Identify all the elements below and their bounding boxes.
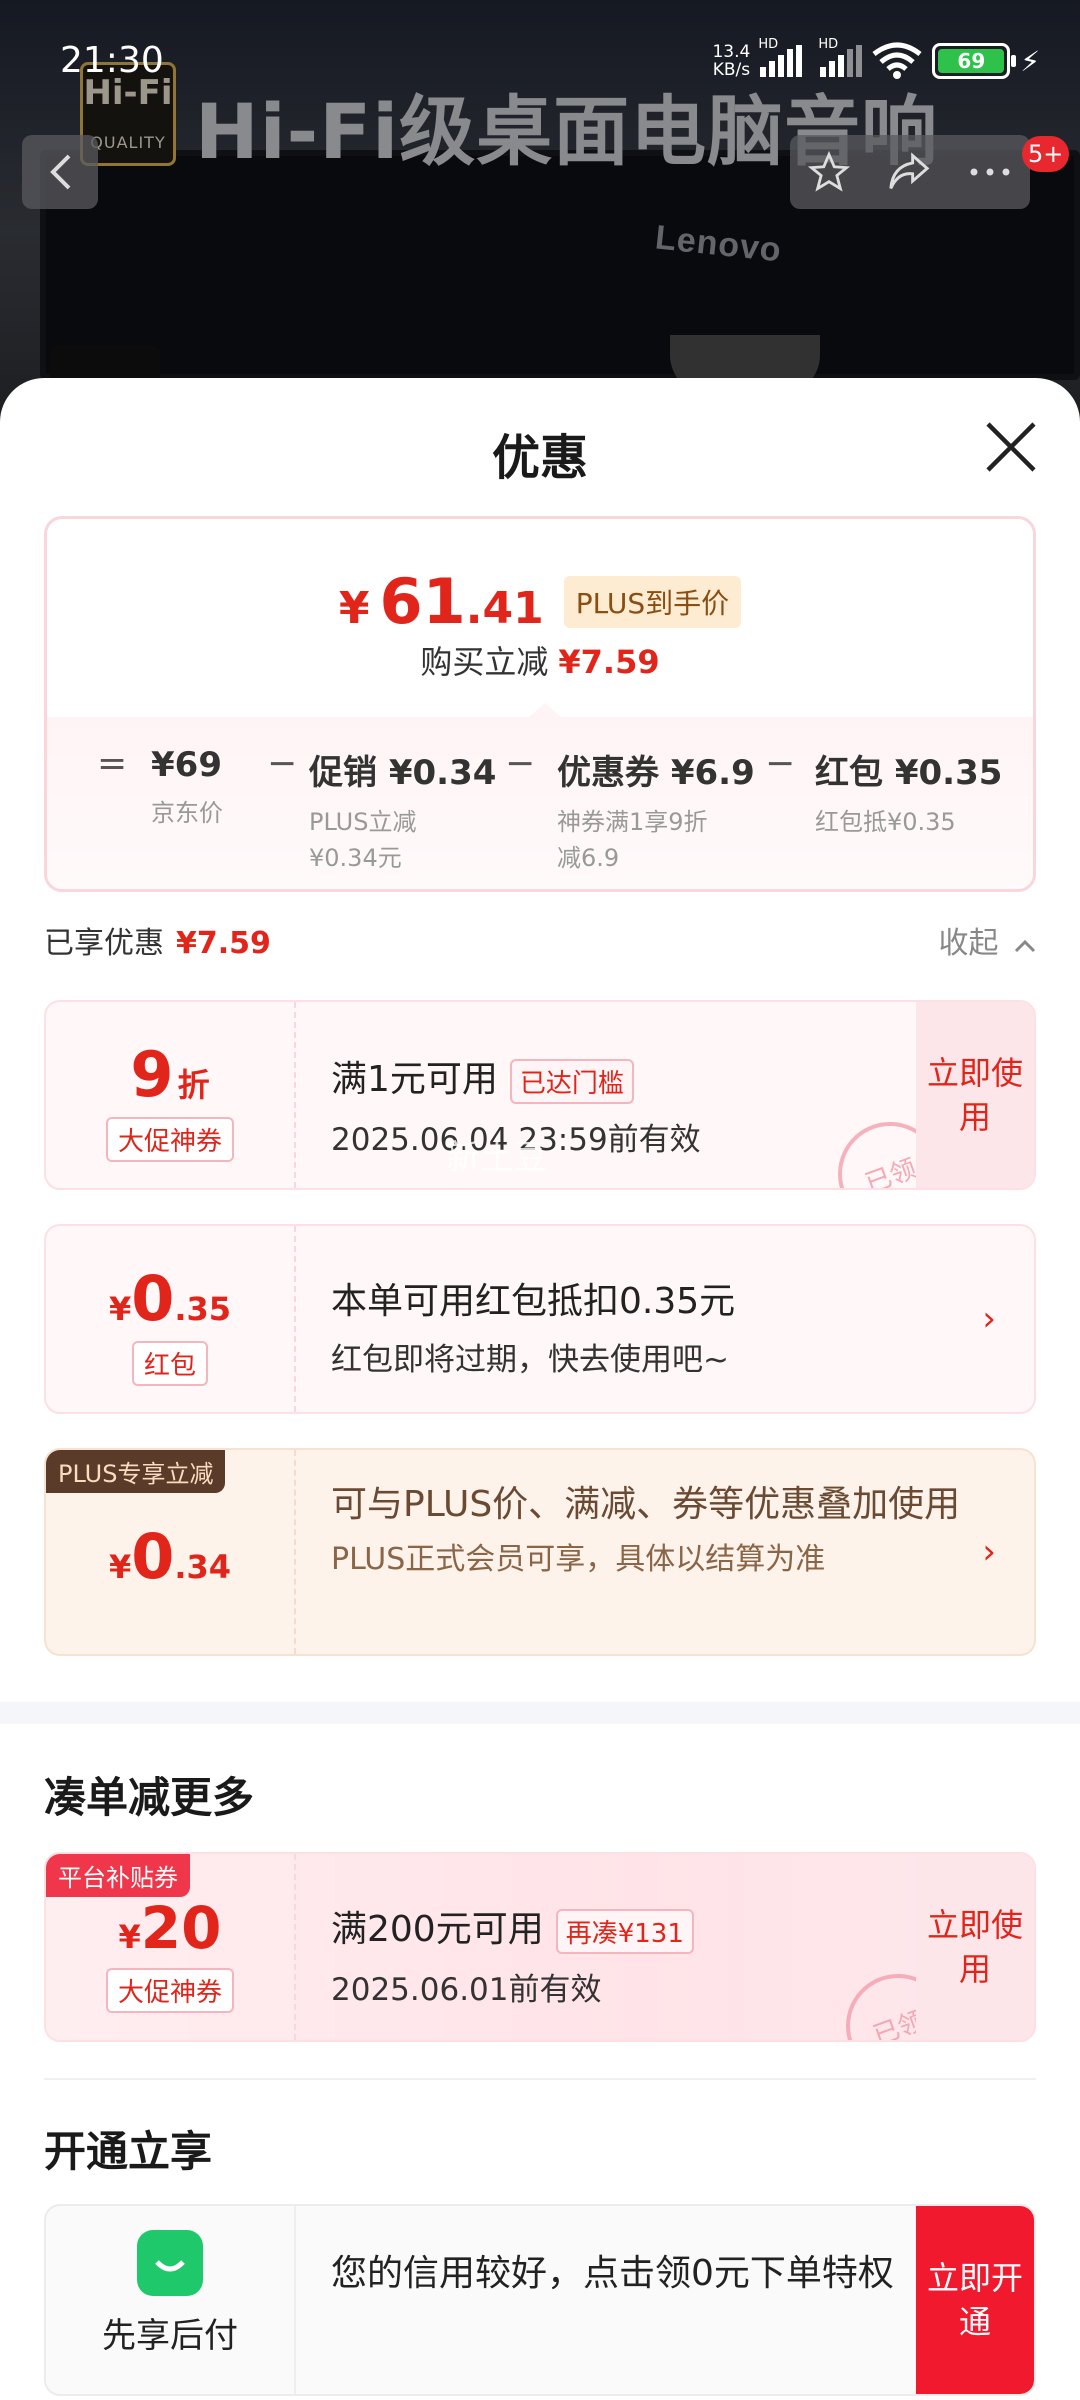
charging-icon: ⚡ — [1020, 44, 1040, 78]
plus-price-tag: PLUS到手价 — [563, 576, 742, 628]
more-section-title: 凑单减更多 — [44, 1773, 255, 1822]
cell-signal-icon-2: HD — [818, 37, 863, 77]
breakdown-red-packet: 红包 ¥0.35 红包抵¥0.35 — [815, 753, 1003, 836]
platform-coupon-card[interactable]: 平台补贴券 ¥20 大促神券 满200元可用 再凑¥131 2025.06.01前… — [44, 1852, 1036, 2042]
status-icons: 13.4 KB/s HD HD 69 ⚡ — [712, 37, 1040, 80]
breakdown-jd-price: ¥69 京东价 — [151, 745, 223, 827]
network-speed: 13.4 KB/s — [712, 42, 751, 80]
chevron-up-icon — [1014, 939, 1036, 953]
status-time: 21:30 — [60, 40, 164, 81]
coupon-discount-card[interactable]: 9折 大促神券 满1元可用 已达门槛 2025.06.04 23:59前有效 新土… — [44, 1000, 1036, 1190]
coupon-type-tag: 大促神券 — [105, 1968, 234, 2013]
use-now-button[interactable]: 立即使用 — [916, 1002, 1034, 1188]
chevron-right-icon: › — [982, 1532, 996, 1572]
cell-signal-icon: HD — [758, 37, 803, 77]
red-packet-tag: 红包 — [131, 1341, 208, 1386]
star-icon[interactable] — [808, 151, 851, 193]
threshold-tag: 已达门槛 — [509, 1058, 634, 1104]
pay-later-text: 您的信用较好，点击领0元下单特权 — [331, 2253, 894, 2294]
pay-later-card[interactable]: 先享后付 您的信用较好，点击领0元下单特权 立即开通 — [44, 2204, 1036, 2396]
plus-discount-card[interactable]: PLUS专享立减 ¥0.34 可与PLUS价、满减、券等优惠叠加使用 PLUS正… — [44, 1448, 1036, 1656]
chevron-left-icon — [50, 154, 71, 190]
watermark: 新土豆 — [446, 1138, 548, 1178]
section-divider — [0, 1702, 1080, 1724]
close-icon[interactable] — [982, 418, 1040, 476]
collapse-toggle[interactable]: 收起 — [938, 918, 1036, 962]
back-button[interactable] — [22, 135, 98, 209]
red-packet-card[interactable]: ¥0.35 红包 本单可用红包抵扣0.35元 红包即将过期，快去使用吧~ › — [44, 1224, 1036, 1414]
discount-sheet: 优惠 ¥ 61 .41 PLUS到手价 购买立减¥7.59 = ¥69 京东价 — [0, 378, 1080, 2400]
purchase-reduction: 购买立减 ¥7.59 — [420, 643, 660, 681]
final-price: ¥ 61 .41 PLUS到手价 — [47, 565, 1033, 638]
breakdown-promotion: 促销 ¥0.34 PLUS立减¥0.34元 — [309, 753, 497, 872]
top-actions — [790, 135, 1030, 209]
use-now-button[interactable]: 立即使用 — [916, 1854, 1034, 2040]
cart-badge: 5+ — [1022, 136, 1070, 172]
open-now-button[interactable]: 立即开通 — [916, 2206, 1034, 2394]
price-breakdown: = ¥69 京东价 − 促销 ¥0.34 PLUS立减¥0.34元 − 优惠券 … — [47, 703, 1033, 889]
enjoyed-discount-row: 已享优惠 ¥7.59 收起 — [44, 918, 1036, 968]
price-summary-card: ¥ 61 .41 PLUS到手价 购买立减 ¥7.59 = ¥69 京东价 − 促… — [44, 516, 1036, 892]
shopping-bag-icon — [137, 2227, 203, 2296]
status-bar: 21:30 13.4 KB/s HD HD 69 ⚡ — [0, 0, 1080, 120]
battery-icon: 69 — [932, 43, 1017, 79]
open-section-title: 开通立享 — [44, 2127, 213, 2176]
separator — [44, 2078, 1036, 2080]
chevron-right-icon: › — [982, 1299, 996, 1339]
wifi-icon — [872, 42, 922, 79]
more-icon[interactable] — [968, 166, 1012, 178]
pay-later-label: 先享后付 — [102, 2316, 238, 2356]
coupon-type-tag: 大促神券 — [105, 1117, 234, 1162]
add-more-tag: 再凑¥131 — [555, 1908, 694, 1954]
breakdown-coupon: 优惠券 ¥6.9 神券满1享9折减6.9 — [557, 753, 755, 872]
share-icon[interactable] — [887, 152, 931, 192]
sheet-title: 优惠 — [491, 430, 588, 486]
